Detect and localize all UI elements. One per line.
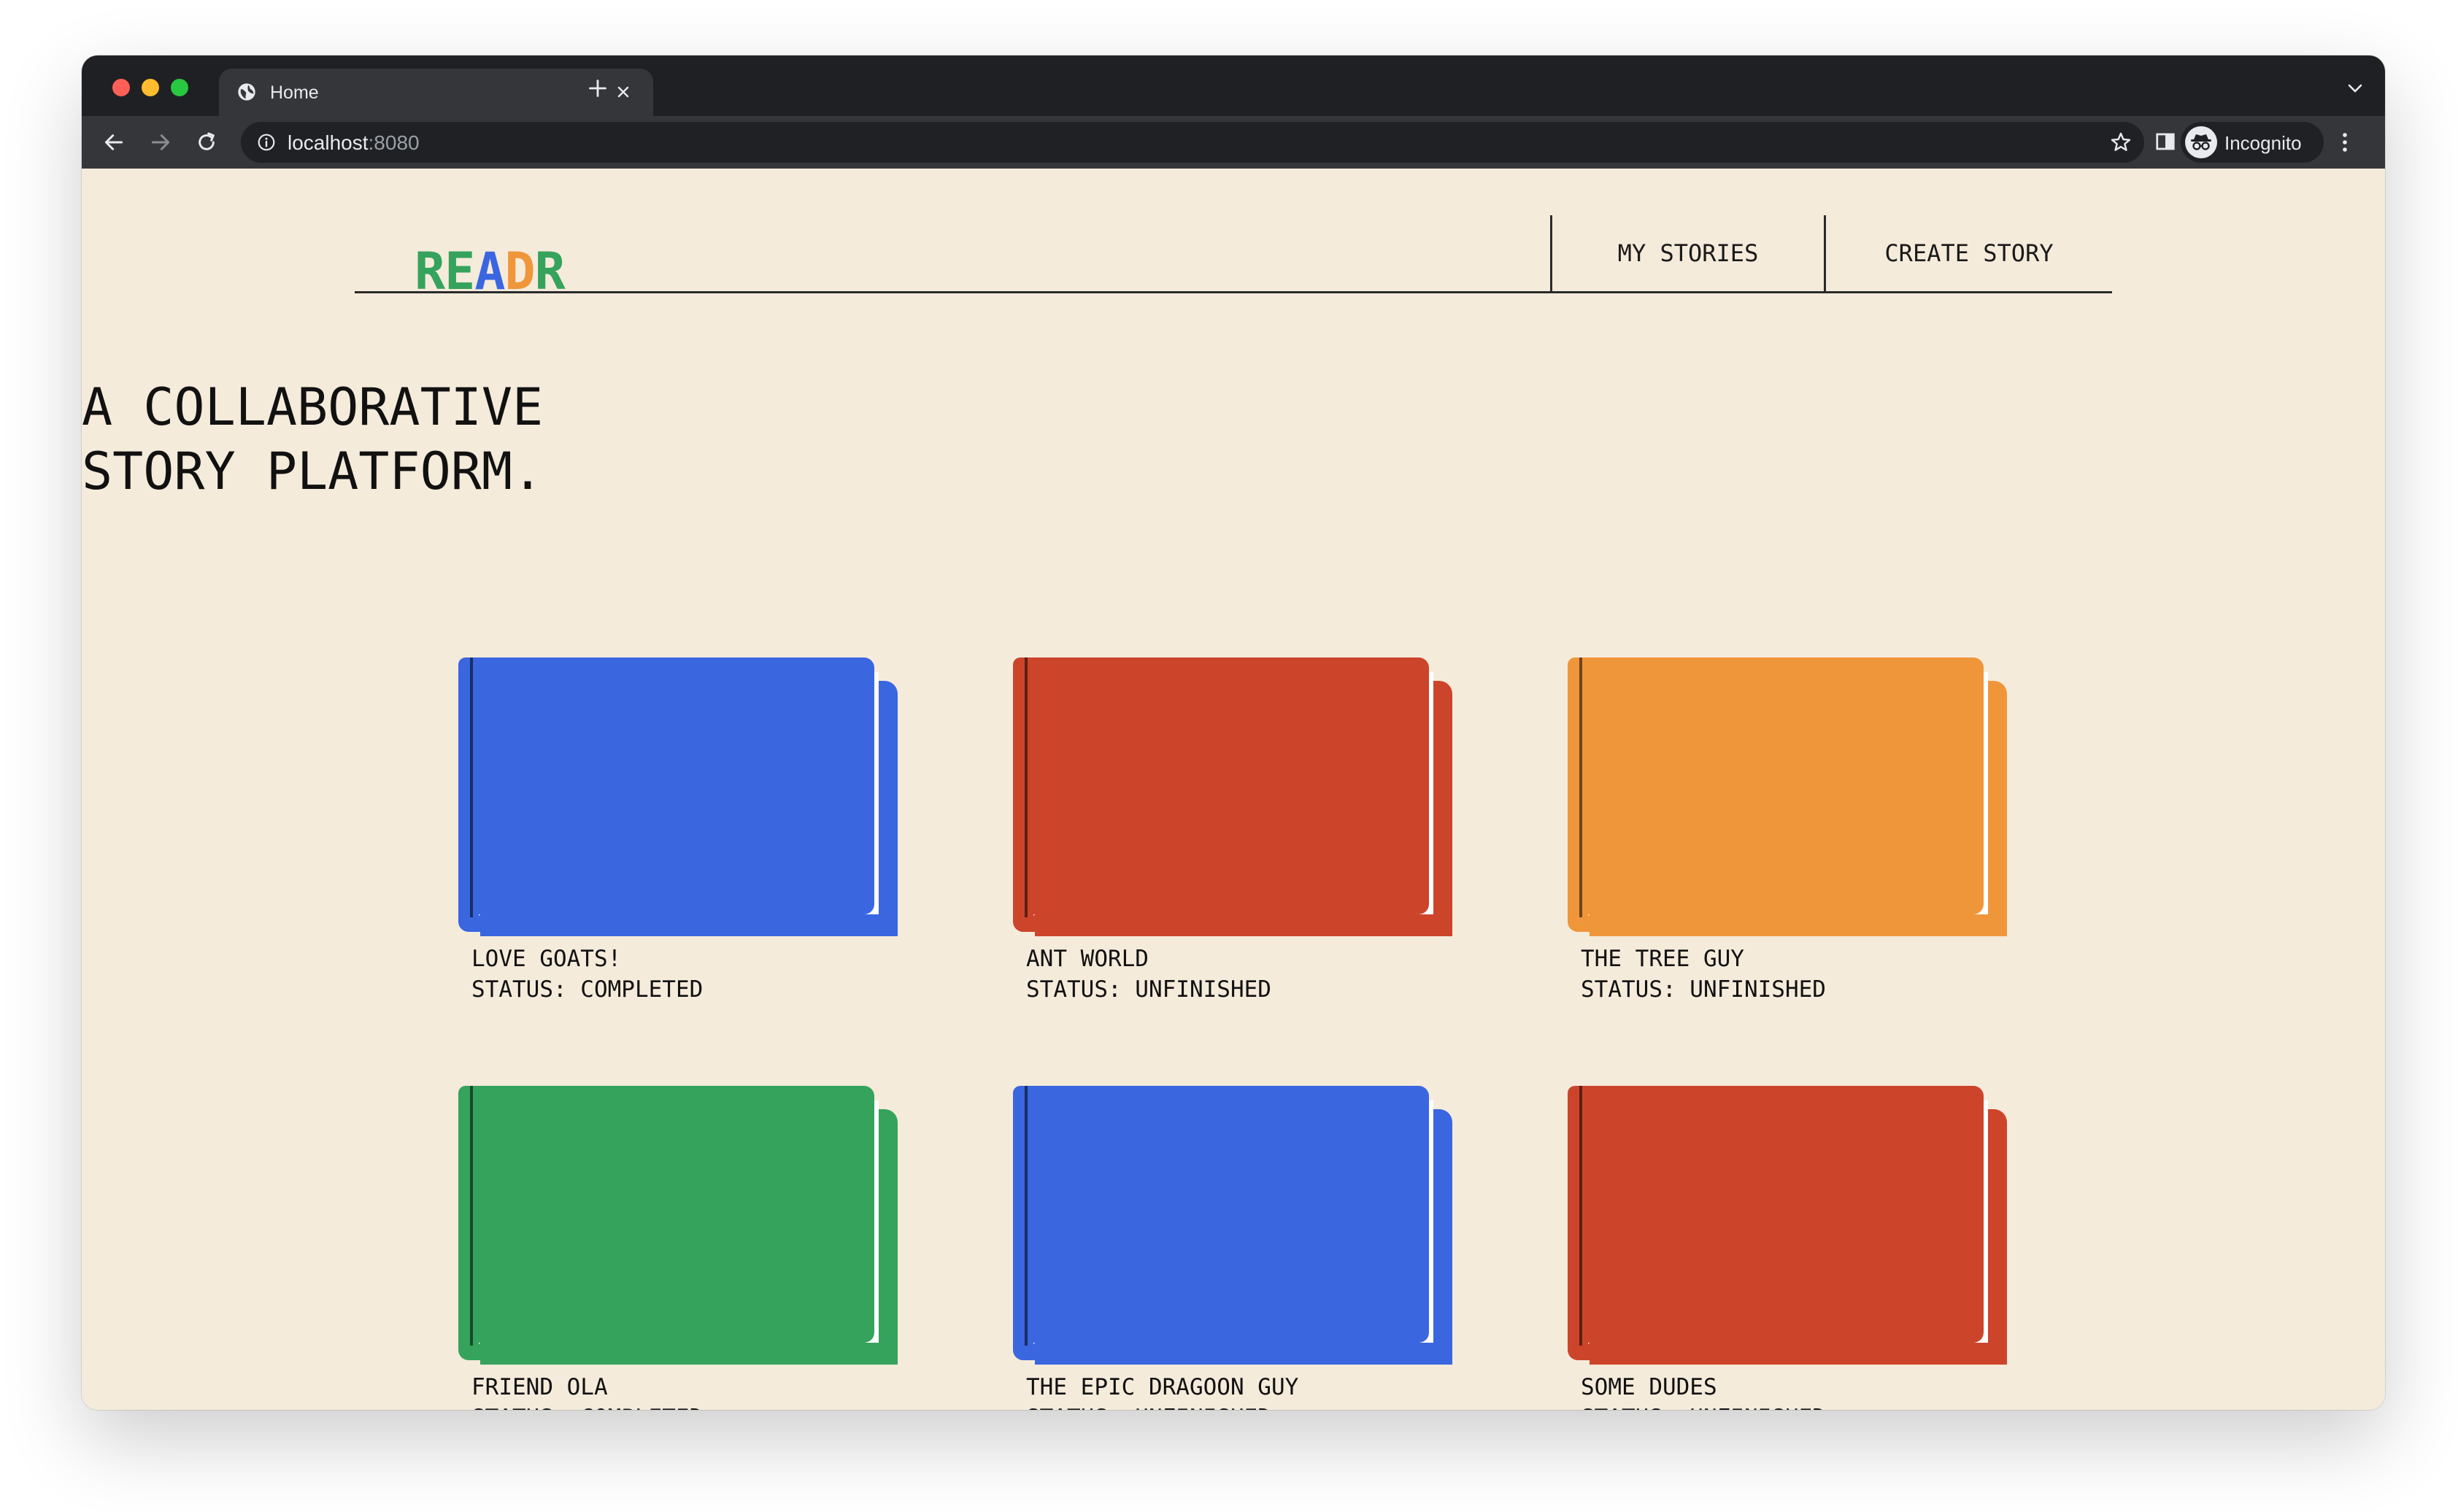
story-title: THE EPIC DRAGOON GUY	[1026, 1374, 1299, 1400]
tab-title: Home	[270, 82, 319, 103]
back-arrow-icon[interactable]	[102, 131, 126, 154]
logo-letter: D	[504, 242, 535, 301]
book-cover-icon[interactable]	[1013, 1086, 1465, 1370]
globe-icon	[238, 83, 255, 101]
minimize-window-button[interactable]	[142, 79, 159, 96]
book-cover-icon[interactable]	[458, 1086, 911, 1370]
story-title: THE TREE GUY	[1581, 946, 1744, 972]
story-card[interactable]: THE TREE GUY STATUS: UNFINISHED	[1568, 657, 2020, 1037]
story-title: ANT WORLD	[1026, 946, 1149, 972]
story-title: FRIEND OLA	[471, 1374, 608, 1400]
hero-heading: A COLLABORATIVE STORY PLATFORM.	[82, 375, 2385, 504]
tab-bar: Home	[82, 55, 2385, 116]
story-card[interactable]: THE EPIC DRAGOON GUY STATUS: UNFINISHED	[1013, 1086, 1465, 1410]
story-title: SOME DUDES	[1581, 1374, 1717, 1400]
story-card[interactable]: ANT WORLD STATUS: UNFINISHED	[1013, 657, 1465, 1037]
reload-icon[interactable]	[195, 131, 218, 154]
nav-my-stories[interactable]: MY STORIES	[1552, 215, 1824, 291]
hero-line-2: STORY PLATFORM.	[82, 441, 544, 501]
logo-letter: E	[444, 242, 475, 301]
book-cover-icon[interactable]	[1568, 657, 2020, 942]
story-status: STATUS: UNFINISHED	[1581, 976, 1826, 1003]
page-content: READR MY STORIES CREATE STORY A COLLABOR…	[82, 169, 2385, 1410]
book-cover-icon[interactable]	[1568, 1086, 2020, 1370]
readr-logo[interactable]: READR	[415, 242, 566, 301]
url-host: localhost	[288, 131, 369, 154]
site-info-icon[interactable]	[257, 133, 276, 152]
story-card[interactable]: FRIEND OLA STATUS: COMPLETED	[458, 1086, 911, 1410]
bookmark-star-icon[interactable]	[2109, 131, 2133, 154]
profile-label: Incognito	[2224, 132, 2302, 154]
more-menu-icon[interactable]	[2341, 131, 2349, 154]
book-cover-icon[interactable]	[1013, 657, 1465, 942]
story-status: STATUS: COMPLETED	[471, 976, 704, 1003]
logo-letter: R	[534, 242, 566, 301]
close-tab-icon[interactable]	[614, 83, 632, 101]
browser-window: Home localhost:8080 Incognito READR MY S…	[82, 55, 2385, 1410]
story-status: STATUS: UNFINISHED	[1026, 1405, 1271, 1410]
address-bar[interactable]: localhost:8080	[241, 122, 2144, 163]
hero-line-1: A COLLABORATIVE	[82, 377, 544, 437]
book-cover-icon[interactable]	[458, 657, 911, 942]
incognito-icon	[2185, 126, 2217, 158]
maximize-window-button[interactable]	[171, 79, 188, 96]
story-title: LOVE GOATS!	[471, 946, 622, 972]
url-port: :8080	[368, 131, 420, 154]
url-text: localhost:8080	[288, 131, 420, 155]
logo-letter: A	[474, 242, 505, 301]
new-tab-icon[interactable]	[587, 78, 608, 99]
story-card[interactable]: LOVE GOATS! STATUS: COMPLETED	[458, 657, 911, 1037]
story-card[interactable]: SOME DUDES STATUS: UNFINISHED	[1568, 1086, 2020, 1410]
nav-create-story[interactable]: CREATE STORY	[1826, 215, 2112, 291]
story-status: STATUS: UNFINISHED	[1581, 1405, 1826, 1410]
browser-toolbar: localhost:8080 Incognito	[82, 116, 2385, 169]
forward-arrow-icon[interactable]	[149, 131, 172, 154]
side-panel-icon[interactable]	[2154, 131, 2176, 153]
logo-letter: R	[415, 242, 445, 301]
story-status: STATUS: UNFINISHED	[1026, 976, 1271, 1003]
chevron-down-icon[interactable]	[2347, 83, 2363, 93]
story-status: STATUS: COMPLETED	[471, 1405, 703, 1410]
close-window-button[interactable]	[112, 79, 130, 96]
incognito-profile-button[interactable]: Incognito	[2181, 122, 2324, 163]
